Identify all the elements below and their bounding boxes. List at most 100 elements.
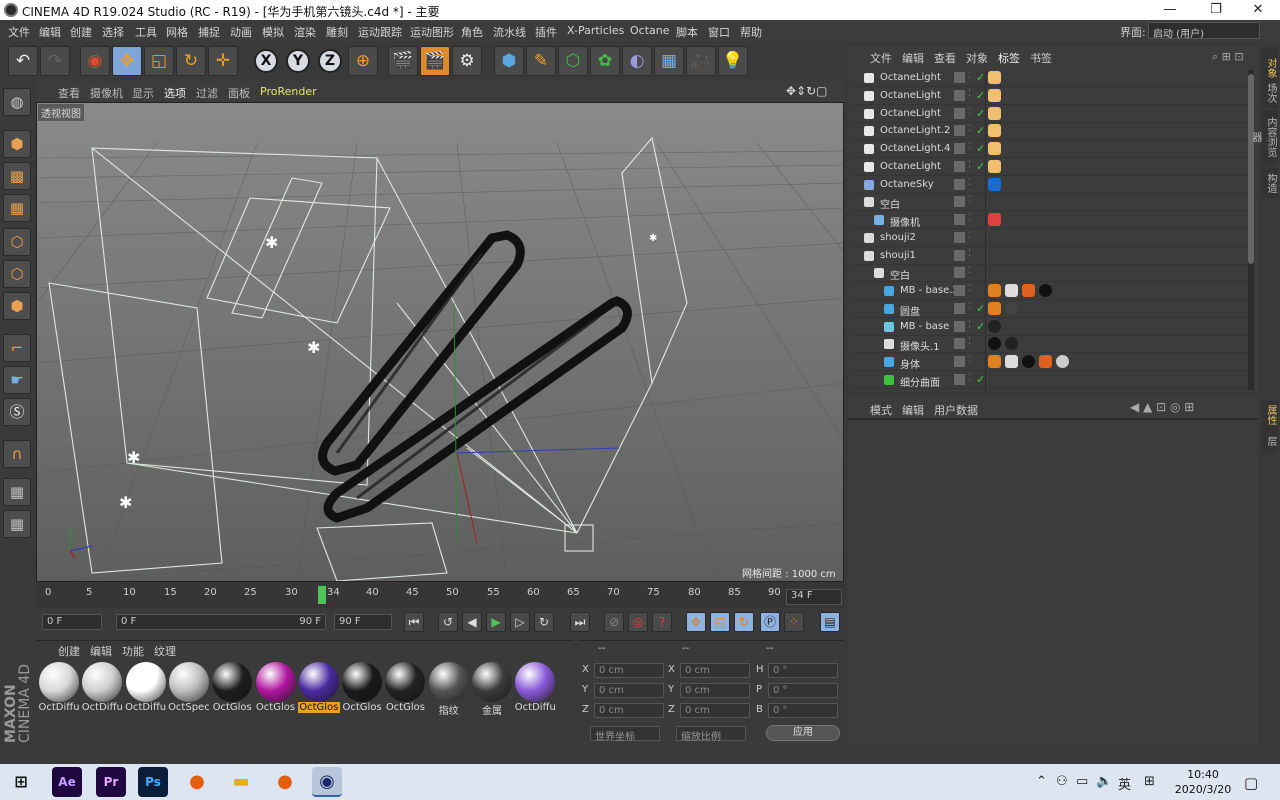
object-tag-icon[interactable] (988, 71, 1001, 84)
timeline-window-icon[interactable]: ▤ (820, 612, 840, 632)
object-row[interactable]: OctaneLight ⁚ ✓ (850, 159, 1248, 176)
am-nav-icons[interactable]: ◀ ▲ ⊡ ◎ ⊞ (1130, 400, 1194, 414)
am-tab-edit[interactable]: 编辑 (902, 402, 924, 418)
om-tab-tags[interactable]: 标签 (998, 50, 1020, 66)
object-row[interactable]: OctaneLight.4 ⁚ ✓ (850, 141, 1248, 158)
next-frame-icon[interactable]: ▷ (510, 612, 530, 632)
material-label[interactable]: OctDiffu (125, 702, 167, 713)
file-explorer-icon[interactable]: ▬ (226, 767, 256, 797)
object-name[interactable]: 空白 (880, 196, 900, 211)
visibility-dots-icon[interactable]: ⁚ (968, 337, 971, 347)
layer-swatch[interactable] (954, 338, 965, 350)
visibility-dots-icon[interactable]: ⁚ (968, 142, 971, 152)
visibility-dots-icon[interactable]: ⁚ (968, 266, 971, 276)
visibility-dots-icon[interactable]: ⁚ (968, 178, 971, 188)
object-name[interactable]: 细分曲面 (900, 374, 940, 389)
visibility-dots-icon[interactable]: ⁚ (968, 302, 971, 312)
object-tag-icon[interactable] (1022, 284, 1035, 297)
layer-swatch[interactable] (954, 214, 965, 225)
vp-menu-display[interactable]: 显示 (132, 85, 154, 101)
om-tab-objects[interactable]: 对象 (966, 50, 988, 66)
object-tag-icon[interactable] (1005, 355, 1018, 368)
visibility-dots-icon[interactable]: ⁚ (968, 160, 971, 170)
layer-swatch[interactable] (954, 267, 965, 279)
object-row[interactable]: OctaneLight.2 ⁚ ✓ (850, 123, 1248, 141)
vp-menu-filter[interactable]: 过滤 (196, 85, 218, 101)
vp-menu-panel[interactable]: 面板 (228, 85, 250, 101)
end-frame-field[interactable]: 90 F (334, 614, 392, 630)
enabled-check-icon[interactable]: ✓ (976, 71, 985, 84)
keyframe-selection-icon[interactable]: ? (652, 612, 672, 632)
tray-ime-mode-icon[interactable]: ⊞ (1144, 774, 1155, 789)
visibility-dots-icon[interactable]: ⁚ (968, 107, 971, 117)
go-to-end-icon[interactable]: ⏭ (570, 612, 590, 632)
object-tag-icon[interactable] (988, 355, 1001, 368)
object-name[interactable]: 空白 (890, 267, 910, 282)
tray-ime-label[interactable]: 英 (1118, 774, 1131, 793)
object-name[interactable]: OctaneLight (880, 108, 941, 119)
axis-mode-icon[interactable]: ⌐ (3, 334, 31, 362)
play-icon[interactable]: ▶ (486, 612, 506, 632)
object-tag-icon[interactable] (988, 106, 1001, 120)
enabled-check-icon[interactable]: ✓ (976, 320, 985, 333)
material-label[interactable]: OctSpec (168, 702, 210, 713)
mat-tab-function[interactable]: 功能 (122, 643, 144, 659)
object-row[interactable]: shouji1 ⁚ (850, 248, 1248, 265)
visibility-dots-icon[interactable]: ⁚ (968, 284, 971, 294)
app-after-effects[interactable]: Ae (52, 767, 82, 797)
key-position-icon[interactable]: ✥ (686, 612, 706, 632)
mat-tab-edit[interactable]: 编辑 (90, 643, 112, 659)
object-row[interactable]: MB - base.2 ⁚ (850, 283, 1248, 300)
menu-select[interactable]: 选择 (102, 24, 124, 40)
enabled-check-icon[interactable]: ✓ (976, 160, 985, 173)
visibility-dots-icon[interactable]: ⁚ (968, 249, 971, 259)
layer-swatch[interactable] (954, 249, 965, 261)
object-row[interactable]: OctaneLight ⁚ ✓ (850, 106, 1248, 123)
key-rotation-icon[interactable]: ↻ (734, 612, 754, 632)
layer-swatch[interactable] (954, 373, 965, 385)
object-tag-icon[interactable] (988, 142, 1001, 155)
subdivision-icon[interactable]: ⬡ (558, 46, 588, 76)
object-tag-icon[interactable] (988, 213, 1001, 226)
timeline-ruler[interactable] (36, 582, 844, 608)
enabled-check-icon[interactable]: ✓ (976, 142, 985, 155)
layer-swatch[interactable] (954, 107, 965, 119)
layout-select[interactable]: 启动 (用户) (1148, 22, 1260, 40)
range-slider[interactable]: 0 F 90 F (116, 614, 326, 630)
light-icon[interactable]: 💡 (718, 46, 748, 76)
material-swatch[interactable] (342, 662, 383, 702)
object-row[interactable]: 摄像头.1 ⁚ (850, 336, 1248, 354)
material-label[interactable]: OctDiffu (514, 702, 556, 713)
notification-icon[interactable]: ▢ (1244, 774, 1258, 792)
key-scale-icon[interactable]: ◱ (710, 612, 730, 632)
start-frame-field[interactable]: 0 F (42, 614, 102, 630)
model-mode-icon[interactable]: ⬢ (3, 130, 31, 158)
visibility-dots-icon[interactable]: ⁚ (968, 355, 971, 365)
om-tab-file[interactable]: 文件 (870, 50, 892, 66)
mat-tab-texture[interactable]: 纹理 (154, 643, 176, 659)
am-tab-mode[interactable]: 模式 (870, 402, 892, 418)
object-tag-icon[interactable] (1022, 355, 1035, 368)
world-coordinates-select[interactable]: 世界坐标 (590, 726, 660, 743)
om-tab-bookmarks[interactable]: 书签 (1030, 50, 1052, 66)
go-to-start-icon[interactable]: ⏮ (404, 612, 424, 632)
points-mode-icon[interactable]: ⬡ (3, 228, 31, 256)
menu-simulate[interactable]: 模拟 (262, 24, 284, 40)
menu-file[interactable]: 文件 (8, 24, 30, 40)
layer-swatch[interactable] (954, 143, 965, 154)
layer-swatch[interactable] (954, 125, 965, 137)
tray-chevron-icon[interactable]: ⌃ (1036, 774, 1047, 789)
visibility-dots-icon[interactable]: ⁚ (968, 320, 971, 330)
coordinate-system-icon[interactable]: ⊕ (348, 46, 378, 76)
material-swatch[interactable] (125, 662, 166, 702)
object-tag-icon[interactable] (988, 177, 1001, 191)
object-name[interactable]: OctaneLight (880, 90, 941, 101)
redo-icon[interactable]: ↷ (40, 46, 70, 76)
visibility-dots-icon[interactable]: ⁚ (968, 373, 971, 383)
perspective-viewport[interactable]: ✱ ✱ ✱ ✱ ✱ (36, 102, 844, 582)
object-row[interactable]: shouji2 ⁚ (850, 230, 1248, 247)
object-row[interactable]: 空白 ⁚ (850, 265, 1248, 283)
camera-icon[interactable]: 🎥 (686, 46, 716, 76)
object-row[interactable]: MB - base ⁚ ✓ (850, 319, 1248, 336)
material-label[interactable]: OctDiffu (38, 702, 80, 713)
